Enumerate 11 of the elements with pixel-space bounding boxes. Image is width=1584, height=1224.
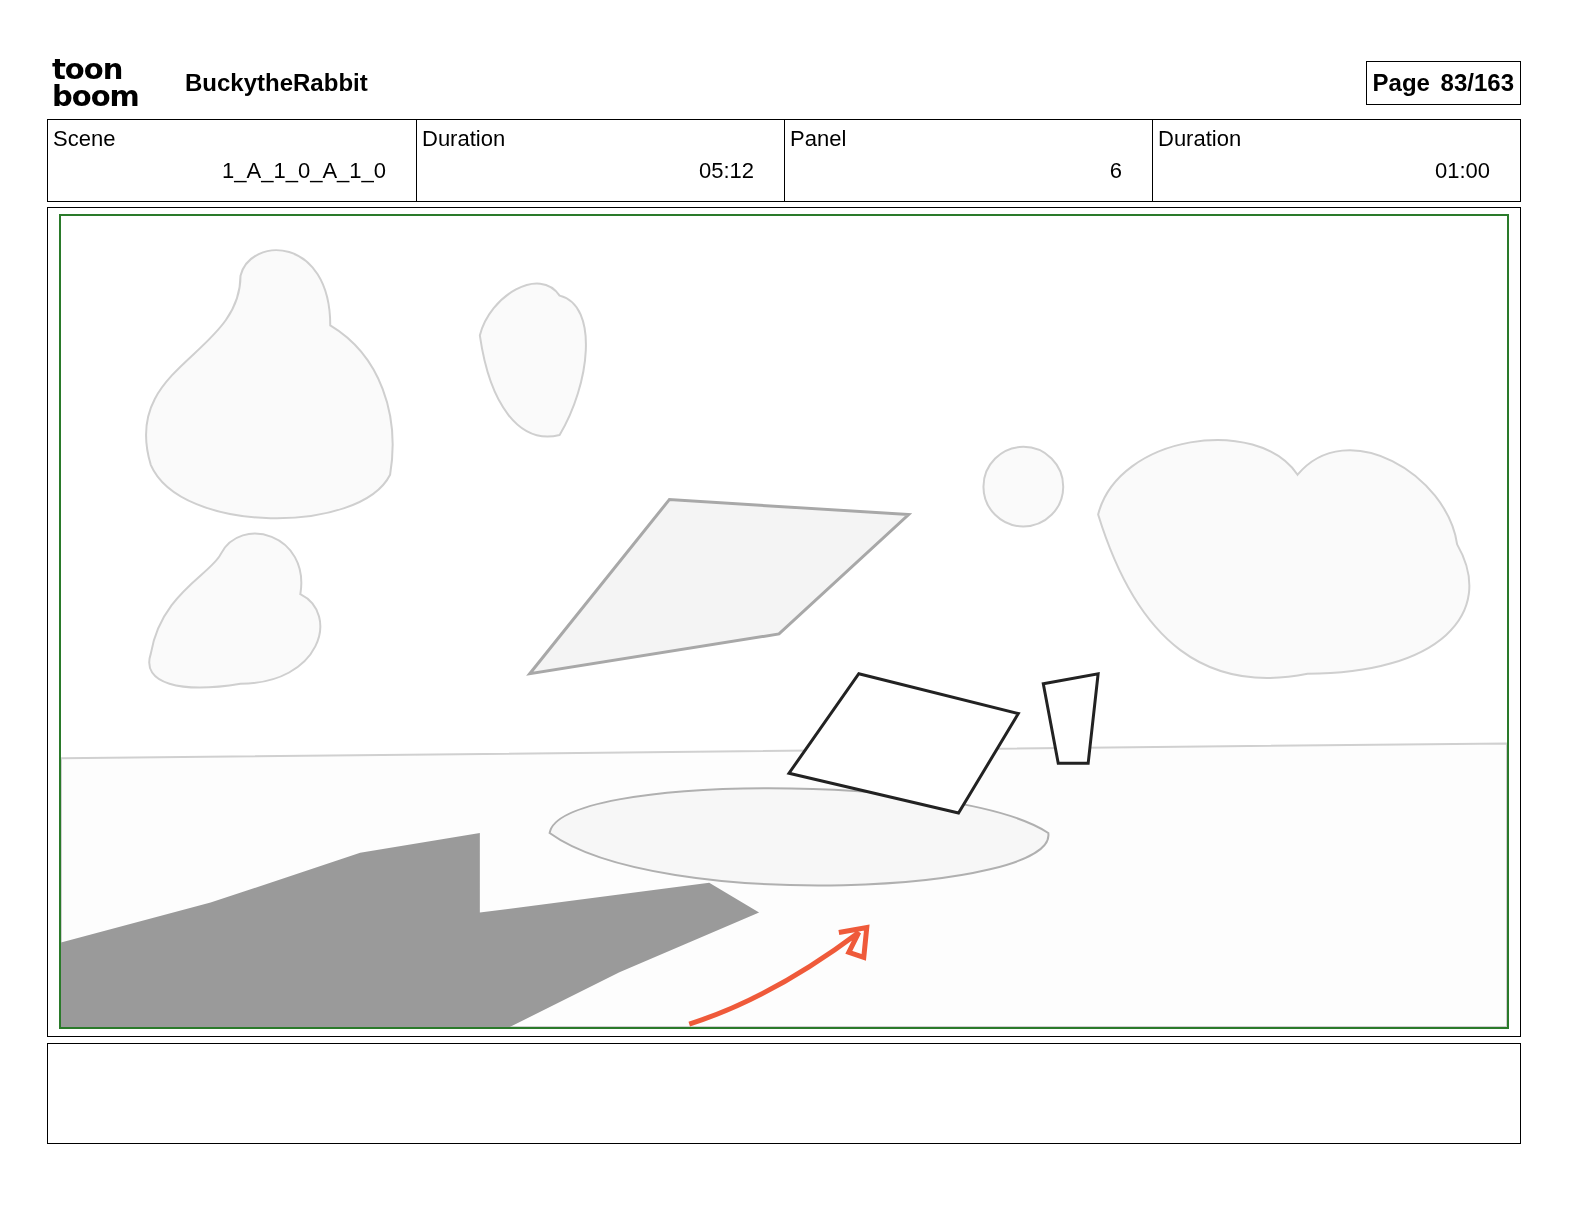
- field-value: 6: [1109, 158, 1122, 184]
- field-label: Scene: [53, 126, 117, 152]
- document-title: BuckytheRabbit: [185, 69, 369, 97]
- field-value: 01:00: [1434, 158, 1490, 184]
- field-value: 05:12: [698, 158, 754, 184]
- logo: toon boom: [52, 56, 140, 110]
- field-label: Duration: [422, 126, 507, 152]
- field-label: Duration: [1158, 126, 1243, 152]
- field-value: 1_A_1_0_A_1_0: [222, 158, 386, 184]
- field-label: Panel: [790, 126, 848, 152]
- page-number: Page 83/163: [1365, 61, 1521, 105]
